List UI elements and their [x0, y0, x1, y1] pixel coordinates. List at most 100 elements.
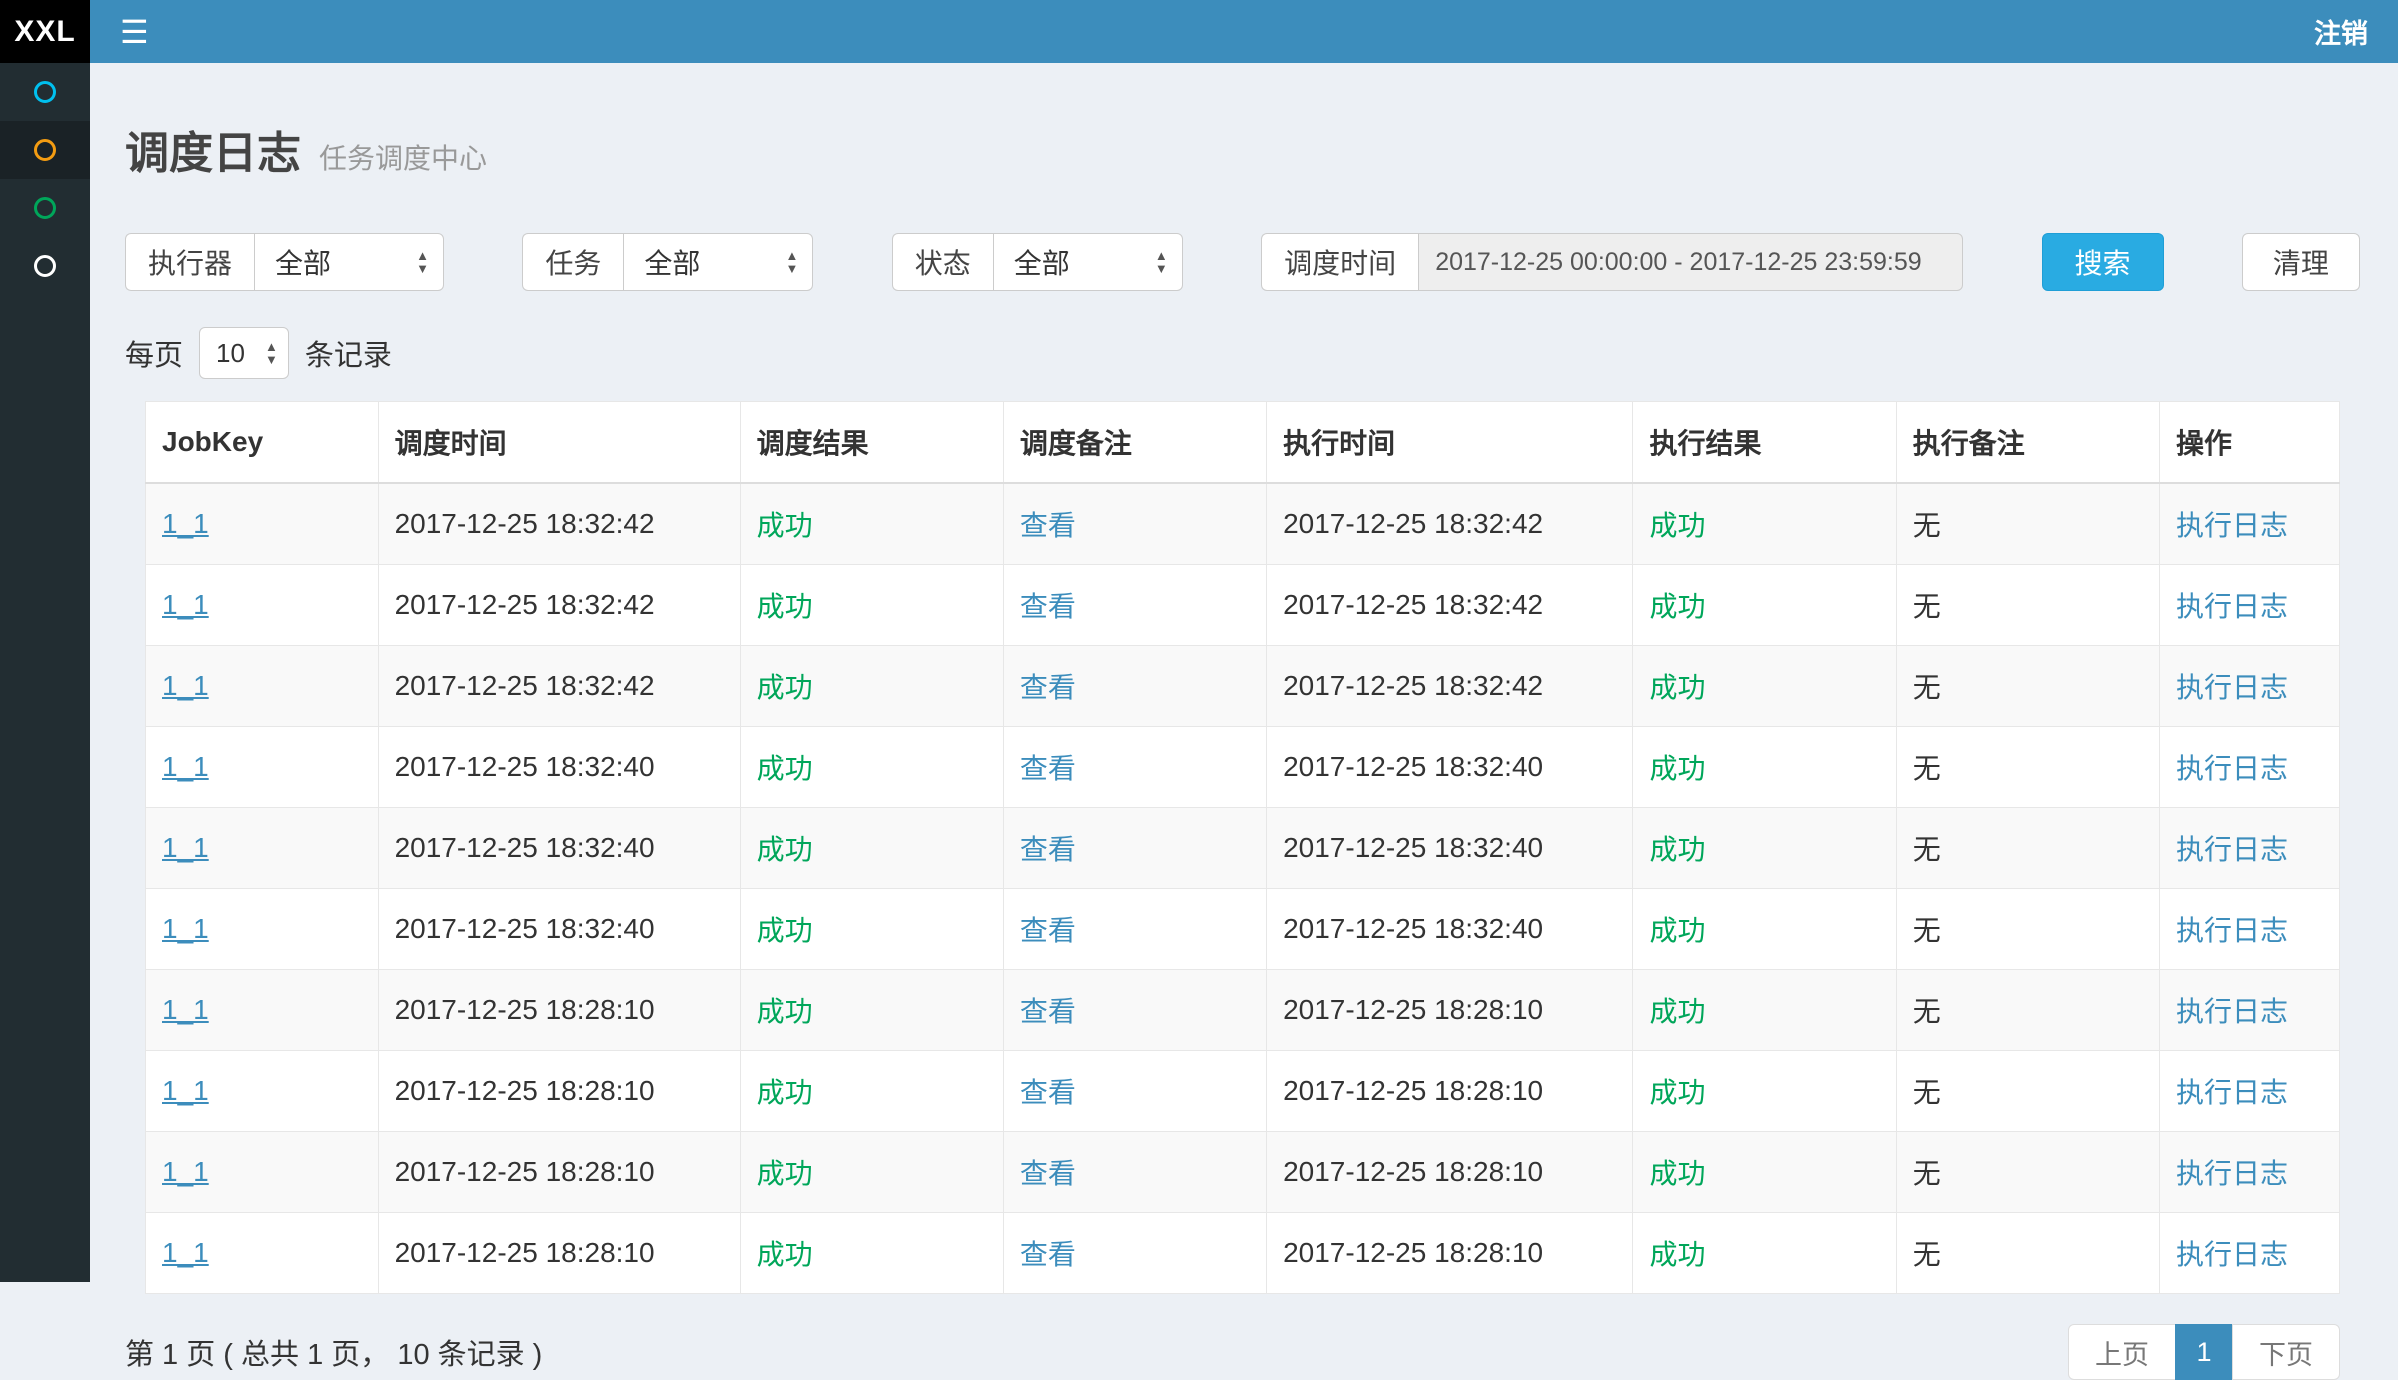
table-row: 1_12017-12-25 18:32:42成功查看2017-12-25 18:…: [146, 646, 2340, 727]
jobkey-link[interactable]: 1_1: [162, 751, 209, 782]
search-button[interactable]: 搜索: [2042, 233, 2164, 291]
pagesize-select[interactable]: 10 ▲▼: [199, 327, 289, 379]
circle-icon: [34, 197, 56, 219]
handle-msg-cell: 无: [1896, 1132, 2159, 1213]
trigger-msg-link[interactable]: 查看: [1020, 1158, 1076, 1189]
handle-msg-cell: 无: [1896, 646, 2159, 727]
trigger-result-cell: 成功: [740, 565, 1003, 646]
exec-log-link[interactable]: 执行日志: [2176, 1158, 2288, 1189]
jobkey-link[interactable]: 1_1: [162, 994, 209, 1025]
job-filter-select[interactable]: 全部 ▲▼: [623, 233, 813, 291]
column-header: JobKey: [146, 402, 379, 484]
trigger-result-cell: 成功: [740, 808, 1003, 889]
sidebar-item-1[interactable]: [0, 63, 90, 121]
clear-button[interactable]: 清理: [2242, 233, 2360, 291]
status-filter-group: 状态 全部 ▲▼: [892, 233, 1183, 291]
select-arrows-icon: ▲▼: [1155, 249, 1168, 275]
handle-msg-cell: 无: [1896, 1213, 2159, 1294]
trigger-time-cell: 2017-12-25 18:32:42: [378, 565, 740, 646]
jobkey-link[interactable]: 1_1: [162, 913, 209, 944]
log-table: JobKey调度时间调度结果调度备注执行时间执行结果执行备注操作 1_12017…: [145, 401, 2340, 1294]
exec-log-link[interactable]: 执行日志: [2176, 672, 2288, 703]
handle-msg-cell: 无: [1896, 483, 2159, 565]
trigger-msg-link[interactable]: 查看: [1020, 672, 1076, 703]
trigger-msg-link-cell: 查看: [1003, 1051, 1266, 1132]
jobkey-link-cell: 1_1: [146, 970, 379, 1051]
sidebar-item-4[interactable]: [0, 237, 90, 295]
exec-log-link[interactable]: 执行日志: [2176, 915, 2288, 946]
navbar-main: ☰ 注销: [90, 0, 2398, 63]
jobkey-link[interactable]: 1_1: [162, 832, 209, 863]
exec-log-link[interactable]: 执行日志: [2176, 753, 2288, 784]
time-range-input[interactable]: [1418, 233, 1963, 291]
exec-log-link[interactable]: 执行日志: [2176, 834, 2288, 865]
jobkey-link[interactable]: 1_1: [162, 589, 209, 620]
trigger-msg-link[interactable]: 查看: [1020, 915, 1076, 946]
table-row: 1_12017-12-25 18:28:10成功查看2017-12-25 18:…: [146, 1132, 2340, 1213]
time-filter-label: 调度时间: [1261, 233, 1418, 291]
table-row: 1_12017-12-25 18:28:10成功查看2017-12-25 18:…: [146, 1051, 2340, 1132]
jobkey-link-cell: 1_1: [146, 483, 379, 565]
top-navbar: XXL ☰ 注销: [0, 0, 2398, 63]
handle-time-cell: 2017-12-25 18:28:10: [1267, 1132, 1633, 1213]
jobkey-link[interactable]: 1_1: [162, 1237, 209, 1268]
sidebar-item-3[interactable]: [0, 179, 90, 237]
trigger-msg-link[interactable]: 查看: [1020, 510, 1076, 541]
jobkey-link-cell: 1_1: [146, 646, 379, 727]
jobkey-link-cell: 1_1: [146, 1213, 379, 1294]
sidebar-item-2[interactable]: [0, 121, 90, 179]
circle-icon: [34, 139, 56, 161]
table-footer: 第 1 页 ( 总共 1 页， 10 条记录 ) 上页 1 下页: [125, 1324, 2360, 1380]
jobkey-link[interactable]: 1_1: [162, 508, 209, 539]
trigger-msg-link-cell: 查看: [1003, 565, 1266, 646]
trigger-msg-link[interactable]: 查看: [1020, 591, 1076, 622]
handle-result-cell: 成功: [1633, 565, 1896, 646]
page-subtitle: 任务调度中心: [319, 137, 487, 177]
handle-time-cell: 2017-12-25 18:32:42: [1267, 646, 1633, 727]
prev-page-button[interactable]: 上页: [2068, 1324, 2176, 1380]
trigger-msg-link[interactable]: 查看: [1020, 996, 1076, 1027]
pagesize-prefix-label: 每页: [125, 332, 183, 374]
exec-log-link[interactable]: 执行日志: [2176, 510, 2288, 541]
trigger-result-cell: 成功: [740, 727, 1003, 808]
column-header: 执行备注: [1896, 402, 2159, 484]
exec-log-link[interactable]: 执行日志: [2176, 591, 2288, 622]
executor-filter-select[interactable]: 全部 ▲▼: [254, 233, 444, 291]
jobkey-link[interactable]: 1_1: [162, 1156, 209, 1187]
jobkey-link[interactable]: 1_1: [162, 670, 209, 701]
column-header: 调度时间: [378, 402, 740, 484]
main-content: 调度日志 任务调度中心 执行器 全部 ▲▼ 任务 全部 ▲▼ 状态 全部 ▲▼: [90, 63, 2398, 1282]
handle-msg-cell: 无: [1896, 1051, 2159, 1132]
trigger-time-cell: 2017-12-25 18:28:10: [378, 1132, 740, 1213]
current-page-button[interactable]: 1: [2175, 1324, 2233, 1380]
exec-log-link-cell: 执行日志: [2160, 970, 2340, 1051]
app-logo[interactable]: XXL: [0, 0, 90, 63]
exec-log-link[interactable]: 执行日志: [2176, 1077, 2288, 1108]
status-filter-select[interactable]: 全部 ▲▼: [993, 233, 1183, 291]
exec-log-link-cell: 执行日志: [2160, 483, 2340, 565]
exec-log-link-cell: 执行日志: [2160, 727, 2340, 808]
trigger-msg-link[interactable]: 查看: [1020, 834, 1076, 865]
trigger-time-cell: 2017-12-25 18:32:40: [378, 808, 740, 889]
exec-log-link-cell: 执行日志: [2160, 1132, 2340, 1213]
handle-msg-cell: 无: [1896, 889, 2159, 970]
job-filter-label: 任务: [522, 233, 623, 291]
trigger-result-cell: 成功: [740, 970, 1003, 1051]
trigger-msg-link[interactable]: 查看: [1020, 1239, 1076, 1270]
select-arrows-icon: ▲▼: [416, 249, 429, 275]
logout-link[interactable]: 注销: [2314, 12, 2368, 51]
exec-log-link-cell: 执行日志: [2160, 1213, 2340, 1294]
handle-time-cell: 2017-12-25 18:28:10: [1267, 1213, 1633, 1294]
trigger-msg-link[interactable]: 查看: [1020, 1077, 1076, 1108]
trigger-msg-link[interactable]: 查看: [1020, 753, 1076, 784]
exec-log-link[interactable]: 执行日志: [2176, 996, 2288, 1027]
executor-selected-value: 全部: [275, 242, 331, 282]
trigger-result-cell: 成功: [740, 889, 1003, 970]
jobkey-link[interactable]: 1_1: [162, 1075, 209, 1106]
exec-log-link[interactable]: 执行日志: [2176, 1239, 2288, 1270]
trigger-msg-link-cell: 查看: [1003, 727, 1266, 808]
trigger-msg-link-cell: 查看: [1003, 808, 1266, 889]
trigger-result-cell: 成功: [740, 646, 1003, 727]
hamburger-menu-icon[interactable]: ☰: [120, 16, 149, 48]
next-page-button[interactable]: 下页: [2232, 1324, 2340, 1380]
